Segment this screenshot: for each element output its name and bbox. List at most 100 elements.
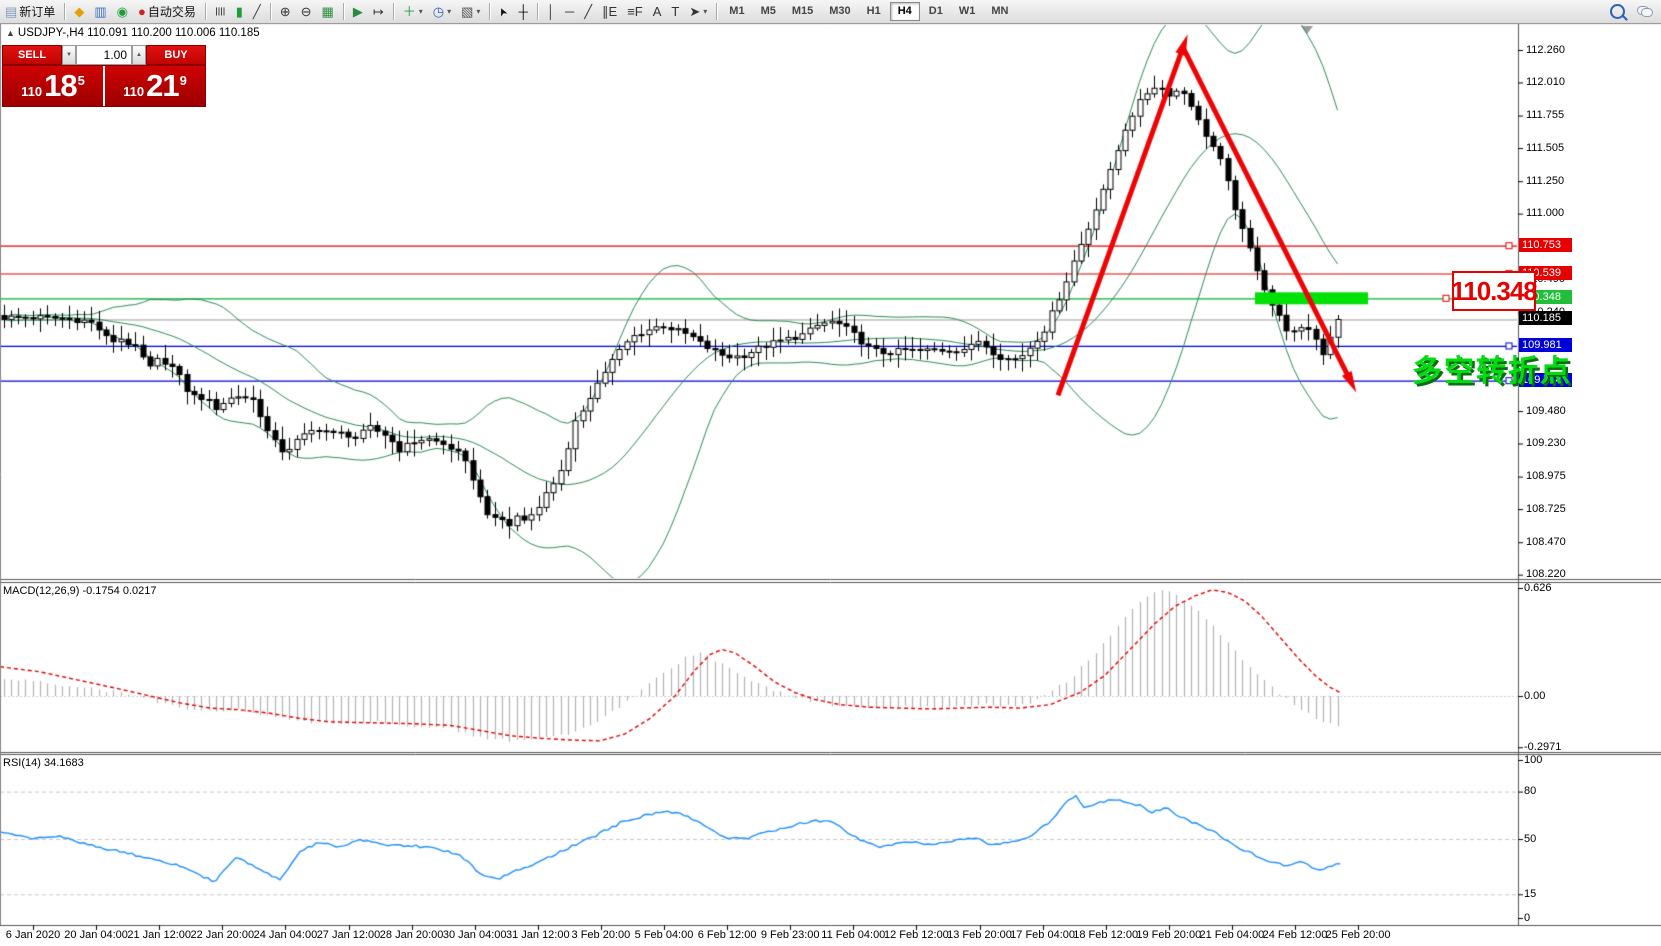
- dropdown-arrow-icon[interactable]: ▾: [419, 7, 423, 16]
- chart-canvas[interactable]: [0, 0, 1661, 946]
- candlestick-chart-icon[interactable]: ▮: [231, 1, 248, 22]
- macd-axis-tick: 0.626: [1524, 582, 1552, 594]
- timeframe-button-w1[interactable]: W1: [952, 2, 983, 21]
- oneclick-collapse-icon[interactable]: ▲: [6, 28, 15, 38]
- autotrading-button[interactable]: ●自动交易: [133, 1, 201, 22]
- rsi-axis-tick: 80: [1524, 785, 1536, 797]
- new-order-button[interactable]: ▤新订单: [0, 1, 60, 22]
- line-chart-icon[interactable]: ╱: [248, 1, 266, 22]
- timeframe-button-m1[interactable]: M1: [722, 2, 751, 21]
- price-tag: 110.753: [1519, 238, 1572, 252]
- price-tag: 110.185: [1519, 311, 1572, 325]
- dropdown-arrow-icon[interactable]: ▾: [476, 7, 480, 16]
- fibonacci-icon[interactable]: ≡F: [622, 1, 648, 22]
- vertical-line-icon[interactable]: │: [542, 1, 560, 22]
- candlestick-chart-icon: ▮: [236, 1, 243, 22]
- buy-button[interactable]: BUY: [146, 45, 206, 65]
- arrow-objects-icon[interactable]: ➤▾: [684, 1, 712, 22]
- vertical-line-icon: │: [547, 1, 555, 22]
- text-label-icon[interactable]: T: [666, 1, 684, 22]
- timeframe-button-h1[interactable]: H1: [860, 2, 888, 21]
- symbol-ohlc-text: USDJPY-,H4 110.091 110.200 110.006 110.1…: [18, 27, 260, 39]
- toolbar-separator: [393, 3, 394, 20]
- timeframe-button-m15[interactable]: M15: [785, 2, 820, 21]
- new-order-button-label: 新订单: [19, 3, 55, 20]
- date-axis-label: 11 Feb 04:00: [821, 929, 885, 941]
- date-axis-label: 19 Feb 20:00: [1136, 929, 1201, 941]
- volume-decrease-button[interactable]: ▼: [62, 45, 76, 65]
- date-axis-label: 25 Feb 20:00: [1326, 929, 1391, 941]
- indicators-icon[interactable]: ＋▾: [398, 1, 428, 22]
- templates-icon[interactable]: ▧▾: [456, 1, 485, 22]
- auto-scroll-icon[interactable]: ▶: [348, 1, 368, 22]
- price-axis-tick: 109.480: [1526, 405, 1566, 417]
- chat-icon[interactable]: [1637, 6, 1653, 17]
- autotrading-button: ●: [138, 1, 146, 22]
- chart-shift-icon[interactable]: ↦: [368, 1, 389, 22]
- date-axis-label: 17 Feb 04:00: [1010, 929, 1075, 941]
- trendline-icon[interactable]: ╱: [579, 1, 597, 22]
- screen-icon: ▥: [94, 1, 106, 22]
- volume-increase-button[interactable]: ▲: [132, 45, 146, 65]
- timeframe-button-h4[interactable]: H4: [890, 2, 920, 21]
- date-axis-label: 31 Jan 12:00: [506, 929, 570, 941]
- timeframe-toolbar: M1M5M15M30H1H4D1W1MN: [721, 0, 1016, 23]
- periods-icon: ◷: [433, 1, 444, 22]
- autotrading-button-label: 自动交易: [148, 3, 196, 20]
- horizontal-line-icon[interactable]: ─: [560, 1, 579, 22]
- macd-axis-tick: 0.00: [1524, 690, 1545, 702]
- text-icon[interactable]: A: [648, 1, 667, 22]
- channel-icon[interactable]: ∥E: [597, 1, 622, 22]
- chart-shift-icon: ↦: [373, 1, 384, 22]
- timeframe-button-d1[interactable]: D1: [922, 2, 950, 21]
- rsi-axis-tick: 0: [1524, 912, 1530, 924]
- sell-button[interactable]: SELL: [2, 45, 62, 65]
- screen-icon[interactable]: ▥: [89, 1, 111, 22]
- zoom-out-icon: ⊖: [301, 1, 312, 22]
- date-axis-label: 13 Feb 20:00: [947, 929, 1012, 941]
- timeframe-button-m5[interactable]: M5: [754, 2, 783, 21]
- price-axis-tick: 109.230: [1526, 437, 1566, 449]
- tile-windows-icon: ▦: [322, 1, 334, 22]
- signal-icon[interactable]: ◉: [112, 1, 133, 22]
- bar-chart-icon[interactable]: ≣: [210, 1, 231, 22]
- arrow-objects-icon: ➤: [689, 1, 700, 22]
- zoom-out-icon[interactable]: ⊖: [296, 1, 317, 22]
- price-axis-tick: 108.725: [1526, 503, 1566, 515]
- tile-windows-icon[interactable]: ▦: [317, 1, 339, 22]
- sell-price-button[interactable]: 110185: [3, 66, 103, 106]
- rsi-axis-tick: 100: [1524, 754, 1542, 766]
- zoom-in-icon[interactable]: ⊕: [275, 1, 296, 22]
- signal-icon: ◉: [117, 1, 128, 22]
- pivot-annotation-text: 多空转折点: [1412, 346, 1572, 390]
- volume-input[interactable]: [76, 45, 132, 65]
- date-axis-label: 6 Jan 2020: [6, 929, 60, 941]
- crosshair-icon[interactable]: ┼: [514, 1, 533, 22]
- templates-icon: ▧: [461, 1, 473, 22]
- crosshair-icon: ┼: [519, 1, 528, 22]
- price-axis-tick: 108.470: [1526, 536, 1566, 548]
- timeframe-button-m30[interactable]: M30: [822, 2, 857, 21]
- indicators-icon: ＋: [403, 1, 416, 22]
- dropdown-arrow-icon[interactable]: ▾: [447, 7, 451, 16]
- toolbar-separator: [537, 3, 538, 20]
- buy-price-prefix: 110: [123, 84, 144, 99]
- date-axis-label: 24 Jan 04:00: [254, 929, 318, 941]
- timeframe-button-mn[interactable]: MN: [984, 2, 1015, 21]
- channel-icon: ∥E: [602, 1, 617, 22]
- periods-icon[interactable]: ◷▾: [428, 1, 456, 22]
- dropdown-arrow-icon[interactable]: ▾: [703, 7, 707, 16]
- auto-scroll-icon: ▶: [353, 1, 363, 22]
- buy-price-button[interactable]: 110219: [105, 66, 205, 106]
- gem-icon[interactable]: ◆: [69, 1, 89, 22]
- date-axis-label: 6 Feb 12:00: [698, 929, 757, 941]
- price-axis-tick: 111.250: [1526, 175, 1564, 187]
- date-axis-label: 5 Feb 04:00: [635, 929, 694, 941]
- date-axis-label: 3 Feb 20:00: [572, 929, 631, 941]
- date-axis-label: 9 Feb 23:00: [761, 929, 820, 941]
- line-chart-icon: ╱: [253, 1, 261, 22]
- price-axis-tick: 111.755: [1526, 109, 1564, 121]
- search-icon[interactable]: [1610, 4, 1625, 19]
- cursor-icon[interactable]: ➤: [494, 1, 513, 22]
- date-axis-label: 21 Jan 12:00: [127, 929, 191, 941]
